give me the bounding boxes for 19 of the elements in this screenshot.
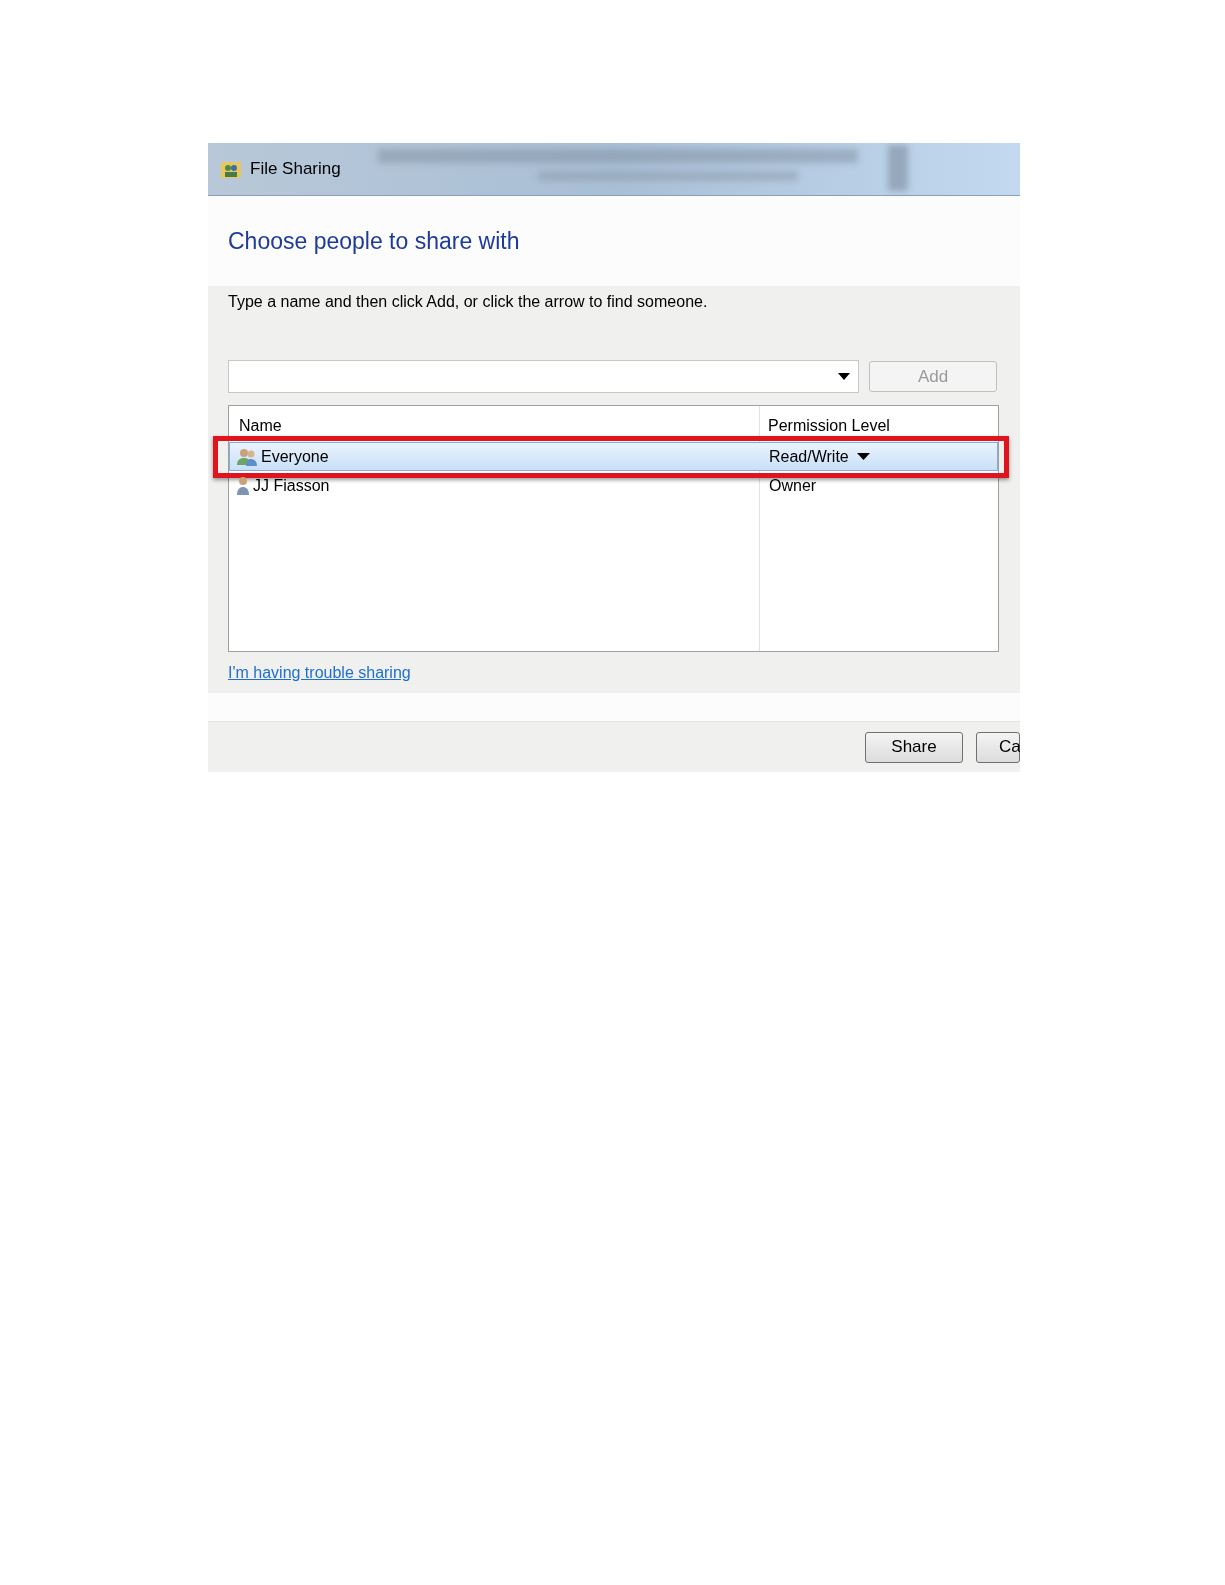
person-icon: [236, 475, 250, 496]
person-name: Everyone: [261, 446, 329, 467]
person-name: JJ Fiasson: [253, 475, 330, 496]
list-row[interactable]: Everyone Read/Write: [229, 442, 998, 471]
dialog-button[interactable]: Ca: [976, 731, 1020, 763]
permission-level: Read/Write: [769, 446, 849, 467]
column-header[interactable]: Permission Level: [759, 414, 890, 438]
dialog-button[interactable]: Share: [865, 731, 963, 763]
dropdown-arrow-icon: [838, 373, 850, 380]
dialog-heading: Choose people to share with: [228, 226, 520, 256]
help-link[interactable]: I'm having trouble sharing: [228, 661, 411, 685]
permission-level: Owner: [769, 475, 817, 496]
column-header[interactable]: Name: [229, 414, 759, 438]
dropdown-arrow-icon[interactable]: [856, 453, 870, 460]
instruction-text: Type a name and then click Add, or click the arrow to find someone.: [228, 292, 709, 312]
people-folder-icon: [220, 159, 242, 179]
list-row[interactable]: JJ Fiasson Owner: [229, 471, 998, 500]
people-icon: [236, 446, 258, 467]
window-title: File Sharing: [250, 158, 341, 181]
